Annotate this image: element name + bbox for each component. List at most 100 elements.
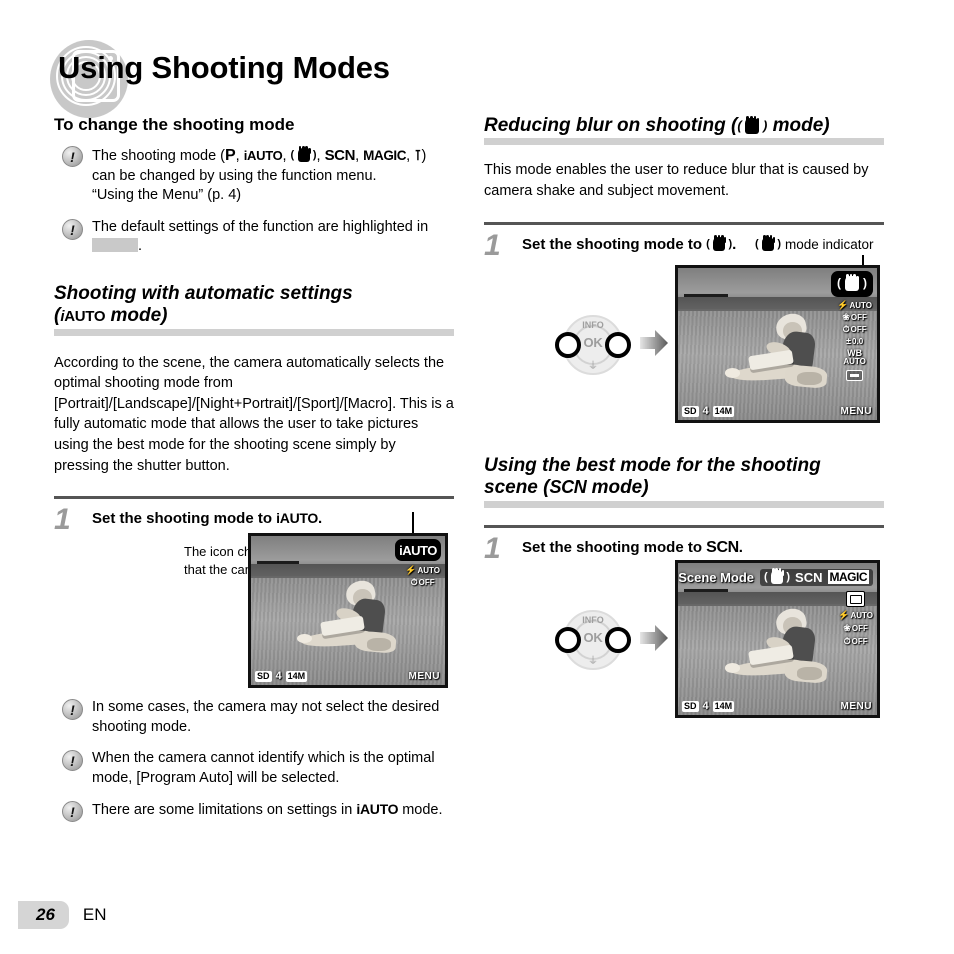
control-pad-diagram: INFO OK ⏚ [555, 315, 631, 375]
step-text-post: . [732, 235, 737, 253]
caution-icon [62, 750, 83, 772]
lcd-callout-mode-indicator: () mode indicator [755, 235, 874, 252]
caution-icon [62, 218, 83, 240]
drive-mode-icon [846, 369, 864, 381]
trash-icon: ⏚ [588, 656, 598, 667]
lcd-menu-label: MENU [408, 671, 440, 682]
step-instruction: Set the shooting mode to SCN. [522, 537, 884, 557]
step-number: 1 [54, 503, 71, 537]
leader-line-vertical [412, 512, 414, 534]
control-pad-diagram: INFO OK ⏚ [555, 610, 631, 670]
lcd-status-bar: SD 4 14M MENU [251, 668, 445, 685]
sd-card-icon: SD [682, 406, 699, 417]
note-text-suffix: mode. [398, 802, 443, 819]
lcd-osd-column: ⚡ AUTO ❀ OFF ⏱ OFF ±0.0 WB AUTO [837, 301, 872, 381]
lcd-mode-badge-label: iAUTO [399, 542, 437, 558]
step-text-pre: Set the shooting mode to [522, 235, 707, 253]
lcd-osd-column: ⚡ AUTO ⏱ OFF [405, 566, 440, 587]
left-arrow-button[interactable] [555, 332, 581, 358]
mode-glyph-handshake: () [706, 234, 732, 252]
mode-selector-group[interactable]: ( ) SCN MAGIC [760, 567, 873, 586]
flash-icon: ⚡ AUTO [837, 300, 872, 310]
note-text-suffix: . [138, 238, 143, 255]
lcd-status-bar: SD 4 14M MENU [678, 403, 877, 420]
section-heading-auto: Shooting with automatic settings (iAUTO … [54, 283, 454, 339]
step-divider [484, 524, 884, 528]
info-label: INFO [582, 615, 604, 625]
caution-icon [62, 801, 83, 823]
default-highlight-swatch [92, 238, 138, 253]
note-item: When the camera cannot identify which is… [54, 749, 459, 788]
section-heading-scn: Using the best mode for the shooting sce… [484, 455, 884, 511]
lcd-streak [683, 293, 728, 297]
scene-select-icon[interactable] [846, 591, 866, 607]
page-title: Using Shooting Modes [58, 50, 390, 85]
macro-icon: ❀ OFF [842, 312, 867, 322]
shots-remaining: 4 [702, 405, 709, 417]
right-arrow-button[interactable] [605, 332, 631, 358]
step-number: 1 [484, 531, 501, 565]
image-size-badge: 14M [712, 701, 735, 712]
exposure-comp-icon: ±0.0 [846, 336, 864, 346]
mode-glyph-handshake[interactable]: ( ) [764, 567, 790, 585]
mode-glyph-handshake: () [755, 235, 781, 252]
mode-option-magic[interactable]: MAGIC [827, 570, 869, 584]
heading-underline-band [54, 328, 454, 336]
macro-icon: ❀ OFF [843, 623, 868, 633]
section-heading-line2-post: mode) [105, 305, 168, 327]
right-arrow-icon [640, 625, 668, 651]
lcd-subject-photo [296, 577, 414, 673]
step-scn-1: 1 Set the shooting mode to SCN. [484, 532, 884, 565]
note-item: The default settings of the function are… [54, 218, 454, 257]
mode-glyph-p: P [225, 147, 236, 164]
section-scn: Using the best mode for the shooting sce… [484, 455, 884, 565]
image-size-badge: 14M [285, 671, 308, 682]
note-text: There are some limitations on settings i… [92, 800, 459, 821]
lcd-streak [683, 588, 728, 592]
mode-option-scn[interactable]: SCN [795, 570, 822, 585]
section-body-auto: According to the scene, the camera autom… [54, 354, 454, 474]
lcd-subject-photo [725, 605, 845, 703]
page-footer: 26 EN [18, 901, 107, 929]
note-text: The default settings of the function are… [92, 218, 454, 257]
right-arrow-icon [640, 330, 668, 356]
mode-glyph-handshake: () [737, 116, 768, 134]
section-body-blur: This mode enables the user to reduce blu… [484, 162, 869, 199]
mode-glyph-iauto: iAUTO [356, 801, 399, 818]
white-balance-icon: WB AUTO [843, 348, 866, 367]
step-number: 1 [484, 228, 501, 262]
note-text: When the camera cannot identify which is… [92, 750, 435, 786]
caution-icon [62, 699, 83, 720]
sd-card-icon: SD [255, 671, 272, 682]
note-text: In some cases, the camera may not select… [92, 699, 440, 735]
lcd-menu-label: MENU [840, 701, 872, 712]
note-item: In some cases, the camera may not select… [54, 698, 459, 737]
note-item: The shooting mode (P, iAUTO, (), SCN, MA… [54, 145, 454, 206]
section-heading-line1: Shooting with automatic settings [54, 282, 353, 304]
left-arrow-button[interactable] [555, 627, 581, 653]
camera-lcd-iauto: iAUTO ⚡ AUTO ⏱ OFF SD 4 14M MENU [248, 533, 448, 688]
sd-card-icon: SD [682, 701, 699, 712]
camera-lcd-handshake: ( ) ⚡AUTO ❀OFF ⏱OFF ±0.0 WBAUTO SD 4 [675, 265, 880, 423]
lcd-status-bar: SD 4 14M MENU [678, 698, 877, 715]
section-heading-blur: Reducing blur on shooting (() mode) [484, 115, 884, 148]
step-text-pre: Set the shooting mode to [522, 538, 707, 556]
mode-glyph-iauto: iAUTO [60, 308, 106, 326]
mode-glyph-scn: SCN [706, 538, 739, 556]
section-heading-line2-pre: scene ( [484, 477, 550, 499]
mode-glyph-magic: MAGIC [363, 148, 407, 163]
page-header: Using Shooting Modes [40, 38, 920, 118]
note-text-suffix: ) [421, 148, 427, 164]
mode-glyph-handshake: ( ) [837, 274, 867, 291]
mode-glyph-handshake: () [291, 146, 317, 163]
image-size-badge: 14M [712, 406, 735, 417]
right-arrow-button[interactable] [605, 627, 631, 653]
section-heading-line2-post: mode) [586, 477, 649, 499]
lcd-subject-photo [725, 310, 845, 408]
note-text-line1: The default settings of the function are… [92, 218, 429, 235]
note-text-prefix: There are some limitations on settings i… [92, 802, 353, 819]
mode-glyph-scn: SCN [549, 477, 587, 498]
scene-mode-label: Scene Mode [678, 569, 755, 585]
note-item: There are some limitations on settings i… [54, 800, 459, 823]
section-heading-pre: Reducing blur on shooting ( [484, 115, 738, 136]
